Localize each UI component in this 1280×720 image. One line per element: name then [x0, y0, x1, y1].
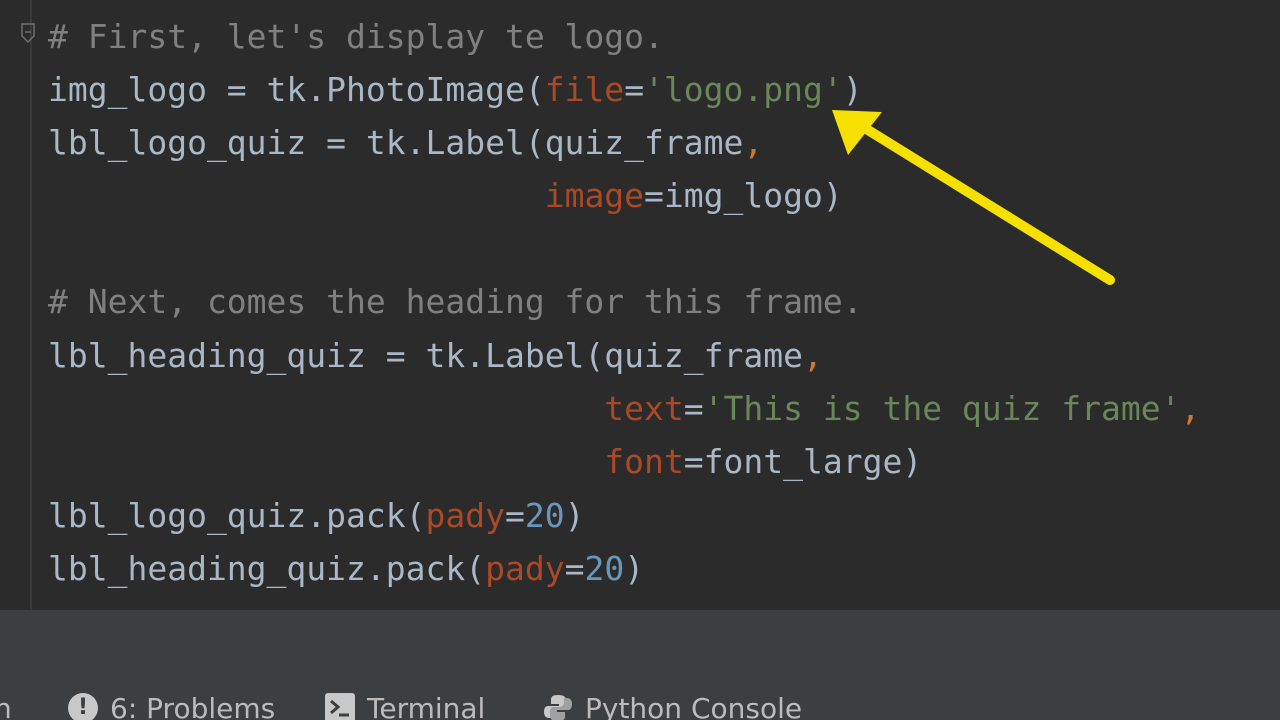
tool-tab-python-console[interactable]: Python Console — [543, 686, 802, 720]
code-token: 20 — [524, 496, 565, 535]
tool-tab-terminal[interactable]: Terminal — [325, 686, 485, 720]
code-token: =img_logo) — [644, 176, 843, 215]
code-token: 'This is the quiz frame' — [703, 389, 1181, 428]
code-line[interactable]: lbl_heading_quiz = tk.Label(quiz_frame, — [48, 334, 823, 378]
code-token: , — [1180, 389, 1201, 428]
code-token: lbl_logo_quiz.pack( — [48, 496, 426, 535]
code-token: , — [802, 336, 823, 375]
tool-tab-partial-label: n — [0, 691, 12, 720]
code-token: # Next, comes the heading for this frame… — [48, 282, 863, 321]
code-token: 20 — [584, 549, 625, 588]
code-token: file — [544, 70, 625, 109]
gutter-separator — [30, 0, 32, 610]
code-token: , — [743, 123, 764, 162]
code-token: image — [544, 176, 645, 215]
code-line[interactable]: image=img_logo) — [48, 174, 843, 218]
code-token: ) — [564, 496, 585, 535]
code-token: text — [604, 389, 684, 428]
code-token: font — [604, 442, 684, 481]
fold-marker-icon[interactable] — [20, 22, 38, 46]
code-token: = — [564, 549, 585, 588]
code-line[interactable]: lbl_heading_quiz.pack(pady=20) — [48, 547, 644, 591]
code-token: 'logo.png' — [644, 70, 843, 109]
code-token: =font_large) — [683, 442, 923, 481]
code-editor[interactable]: # First, let's display te logo. img_logo… — [0, 0, 1280, 610]
code-token: lbl_logo_quiz = tk.Label(quiz_frame — [48, 123, 744, 162]
tool-tab-terminal-label: Terminal — [367, 691, 486, 720]
code-line[interactable]: lbl_logo_quiz.pack(pady=20) — [48, 494, 584, 538]
tool-window-bar: n ! 6: Problems Terminal Python Console — [0, 610, 1280, 720]
code-line[interactable]: # Next, comes the heading for this frame… — [48, 280, 863, 324]
code-token: # First, let's display te logo. — [48, 17, 664, 56]
code-token: ) — [624, 549, 645, 588]
code-token: lbl_heading_quiz = tk.Label(quiz_frame — [48, 336, 803, 375]
code-token: img_logo = tk.PhotoImage( — [48, 70, 545, 109]
code-token: pady — [425, 496, 505, 535]
code-token: = — [683, 389, 704, 428]
code-line[interactable]: img_logo = tk.PhotoImage(file='logo.png'… — [48, 68, 863, 112]
code-token: = — [624, 70, 645, 109]
code-line[interactable]: lbl_logo_quiz = tk.Label(quiz_frame, — [48, 121, 763, 165]
terminal-icon — [325, 693, 355, 720]
code-token: ) — [842, 70, 863, 109]
code-line[interactable]: # First, let's display te logo. — [48, 15, 664, 59]
exclamation-circle-icon: ! — [68, 693, 98, 720]
tool-tab-python-console-label: Python Console — [585, 691, 803, 720]
code-token: = — [504, 496, 525, 535]
code-token: pady — [485, 549, 565, 588]
python-icon — [543, 693, 573, 720]
tool-tab-problems-label: 6: Problems — [110, 691, 276, 720]
tool-tab-problems[interactable]: ! 6: Problems — [68, 686, 275, 720]
code-line[interactable]: font=font_large) — [48, 440, 922, 484]
tool-tab-partial[interactable]: n — [0, 686, 12, 720]
code-line[interactable]: text='This is the quiz frame', — [48, 387, 1200, 431]
code-token: lbl_heading_quiz.pack( — [48, 549, 486, 588]
